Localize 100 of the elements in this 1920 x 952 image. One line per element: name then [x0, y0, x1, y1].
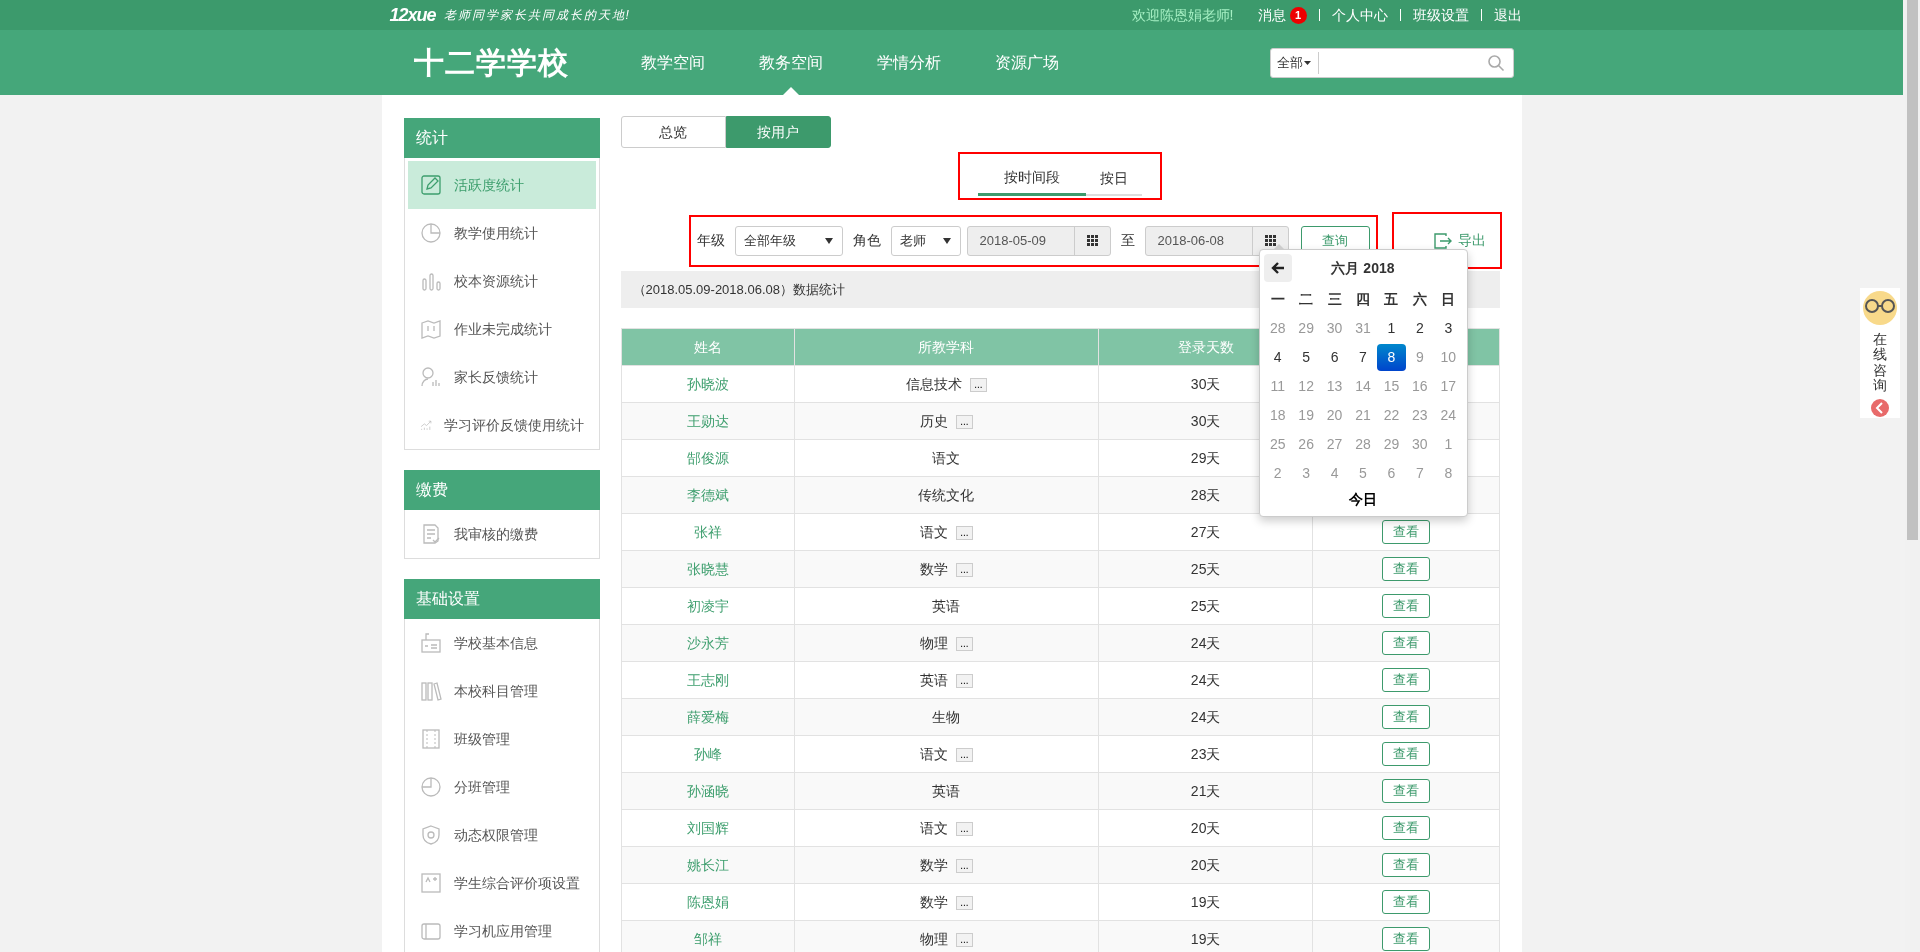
section-header: 缴费 — [403, 470, 600, 510]
pie-chart-icon — [419, 776, 442, 798]
table-cell: 20天 — [1190, 819, 1221, 836]
calendar-day: 4 — [1320, 460, 1349, 487]
view-button[interactable]: 查看 — [1381, 853, 1430, 877]
table-cell: 物理 — [920, 634, 949, 651]
sidebar-item[interactable]: 作业未完成统计 — [407, 305, 596, 353]
grade-select[interactable]: 全部年级 — [734, 225, 843, 256]
calendar-day: 28 — [1348, 431, 1378, 458]
teacher-name-link[interactable]: 王志刚 — [686, 671, 729, 688]
scope-dropdown[interactable]: 全部 — [1270, 51, 1319, 74]
calendar-day: 31 — [1348, 315, 1378, 342]
table-cell: 英语 — [932, 597, 961, 614]
search-field[interactable]: 全部 — [1269, 47, 1514, 78]
sidebar-item[interactable]: 班级管理 — [407, 715, 596, 763]
role-select[interactable]: 老师 — [890, 225, 961, 256]
person-chart-icon — [419, 366, 442, 388]
view-tab[interactable]: 按用户 — [725, 116, 831, 148]
column-header: 所教学科 — [794, 328, 1099, 366]
sidebar-item[interactable]: 学习评价反馈使用统计 — [407, 401, 596, 449]
view-button[interactable]: 查看 — [1381, 557, 1430, 581]
table-cell: 29天 — [1190, 449, 1221, 466]
table-cell: 语文 — [920, 745, 949, 762]
view-button[interactable]: 查看 — [1381, 779, 1430, 803]
calendar-day: 18 — [1263, 402, 1292, 429]
teacher-name-link[interactable]: 张祥 — [693, 523, 722, 540]
more-button[interactable]: ... — [956, 636, 973, 651]
calendar-day[interactable]: 8 — [1377, 344, 1406, 371]
table-cell: 数学 — [920, 893, 949, 910]
sidebar-item[interactable]: 分班管理 — [407, 763, 596, 811]
shield-icon — [419, 824, 442, 846]
top-link[interactable]: 退出 — [1493, 4, 1522, 26]
calendar-day: 11 — [1263, 373, 1292, 400]
more-button[interactable]: ... — [956, 747, 973, 762]
more-button[interactable]: ... — [970, 377, 987, 392]
teacher-name-link[interactable]: 孙峰 — [693, 745, 722, 762]
calendar-day[interactable]: 3 — [1434, 315, 1463, 342]
view-button[interactable]: 查看 — [1381, 594, 1430, 618]
export-button[interactable]: 导出 — [1393, 214, 1500, 267]
sub-tab[interactable]: 按时间段 — [978, 162, 1086, 196]
view-button[interactable]: 查看 — [1381, 890, 1430, 914]
table-cell: 30天 — [1190, 375, 1221, 392]
more-button[interactable]: ... — [956, 821, 973, 836]
table-cell: 英语 — [920, 671, 949, 688]
top-link[interactable]: 个人中心 — [1331, 4, 1388, 26]
table-cell: 历史 — [920, 412, 949, 429]
top-link[interactable]: 班级设置 — [1412, 4, 1469, 26]
sidebar-item[interactable]: 动态权限管理 — [407, 811, 596, 859]
view-button[interactable]: 查看 — [1381, 927, 1430, 951]
teacher-name-link[interactable]: 孙晓波 — [686, 375, 729, 392]
view-button[interactable]: 查看 — [1381, 668, 1430, 692]
view-tab[interactable]: 总览 — [620, 116, 726, 148]
more-button[interactable]: ... — [956, 932, 973, 947]
calendar-day[interactable]: 6 — [1320, 344, 1349, 371]
table-cell: 19天 — [1190, 930, 1221, 947]
sidebar-item[interactable]: 本校科目管理 — [407, 667, 596, 715]
sidebar-item[interactable]: 学习机应用管理 — [407, 907, 596, 952]
more-button[interactable]: ... — [956, 895, 973, 910]
section-header: 统计 — [403, 118, 600, 158]
view-button[interactable]: 查看 — [1381, 705, 1430, 729]
weekday-label: 五 — [1383, 290, 1400, 309]
column-header: 姓名 — [621, 328, 795, 366]
more-button[interactable]: ... — [956, 525, 973, 540]
sidebar-item[interactable]: 家长反馈统计 — [407, 353, 596, 401]
teacher-name-link[interactable]: 刘国辉 — [686, 819, 729, 836]
sub-tab[interactable]: 按日 — [1086, 162, 1142, 196]
more-button[interactable]: ... — [956, 562, 973, 577]
sidebar-item[interactable]: 教学使用统计 — [407, 209, 596, 257]
sidebar-item[interactable]: 学生综合评价项设置 — [407, 859, 596, 907]
view-button[interactable]: 查看 — [1381, 742, 1430, 766]
sidebar-item[interactable]: 我审核的缴费 — [407, 510, 596, 558]
welcome-text: 欢迎陈恩娟老师! — [1131, 5, 1234, 25]
calendar-day[interactable]: 1 — [1377, 315, 1406, 342]
view-button[interactable]: 查看 — [1381, 816, 1430, 840]
more-button[interactable]: ... — [956, 414, 973, 429]
teacher-name-link[interactable]: 初凌宇 — [686, 597, 729, 614]
more-button[interactable]: ... — [956, 673, 973, 688]
calendar-day[interactable]: 7 — [1348, 344, 1378, 371]
film-strip-icon — [419, 728, 442, 750]
start-date-field[interactable]: 2018-05-09 — [966, 225, 1111, 256]
consult-label[interactable]: 在线咨询 — [1873, 328, 1887, 398]
teacher-name-link[interactable]: 郜俊源 — [686, 449, 729, 466]
more-button[interactable]: ... — [956, 858, 973, 873]
today-button[interactable]: 今日 — [1343, 487, 1383, 512]
view-button[interactable]: 查看 — [1381, 520, 1430, 544]
table-cell: 24天 — [1190, 708, 1221, 725]
table-cell: 语文 — [932, 449, 961, 466]
caret-icon — [1302, 59, 1312, 66]
teacher-name-link[interactable]: 陈恩娟 — [686, 893, 729, 910]
end-date-field[interactable]: 2018-06-08 — [1144, 225, 1289, 256]
sidebar-item[interactable]: 学校基本信息 — [407, 619, 596, 667]
calendar-day: 17 — [1434, 373, 1463, 400]
view-button[interactable]: 查看 — [1381, 631, 1430, 655]
previous-month-button[interactable] — [1263, 254, 1292, 282]
messages-link[interactable]: 消息 1 — [1257, 4, 1307, 26]
left-arrow-icon — [1270, 262, 1285, 274]
calendar-day: 20 — [1320, 402, 1349, 429]
site-logo[interactable]: 12xue — [389, 1, 436, 29]
sidebar-item[interactable]: 校本资源统计 — [407, 257, 596, 305]
calendar-day[interactable]: 2 — [1405, 315, 1435, 342]
